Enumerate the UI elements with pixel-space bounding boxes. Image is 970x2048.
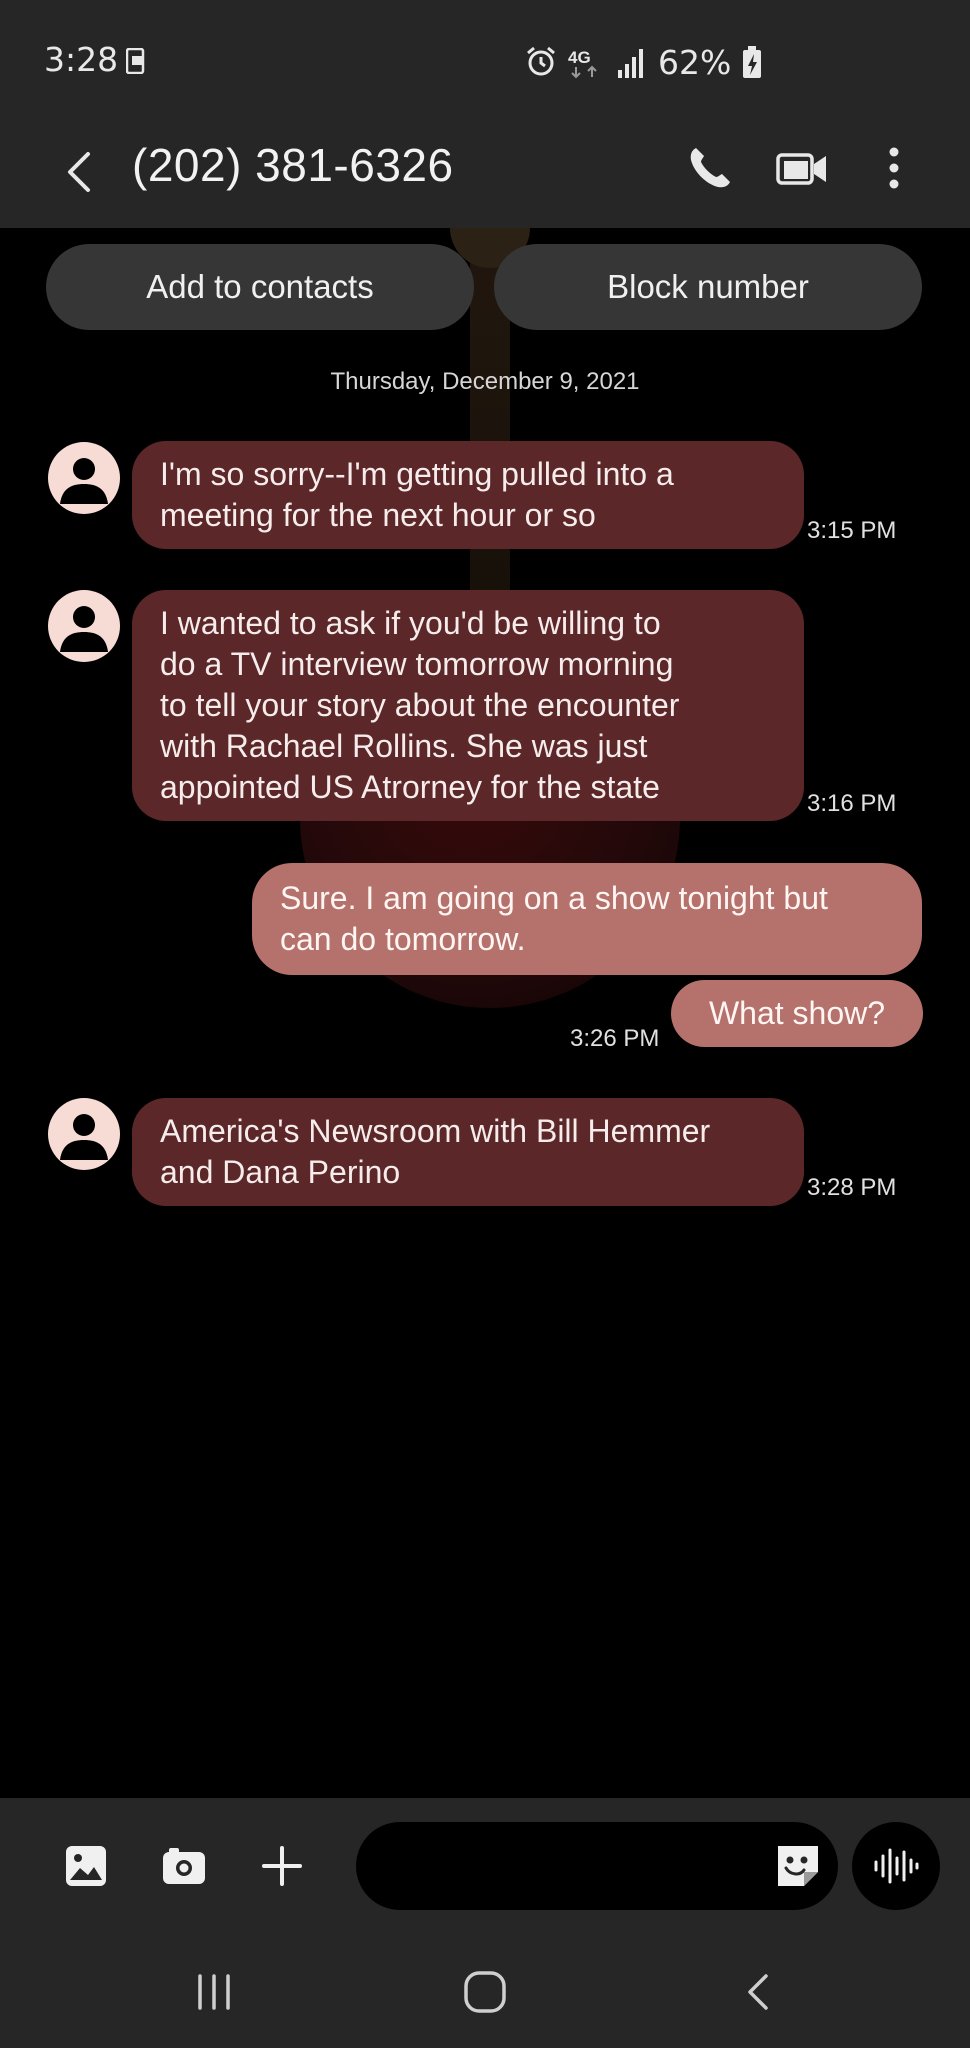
- alarm-icon: [527, 46, 555, 76]
- signal-icon: [618, 49, 643, 78]
- add-to-contacts-button[interactable]: Add to contacts: [46, 244, 474, 330]
- nav-back-icon: [748, 1974, 768, 2010]
- gallery-icon: [66, 1846, 106, 1886]
- person-icon: [60, 606, 108, 652]
- message-line: to tell your story about the encounter: [160, 687, 680, 723]
- back-button[interactable]: [56, 142, 106, 202]
- avatar[interactable]: [48, 442, 120, 514]
- sim-icon: [126, 48, 145, 74]
- avatar[interactable]: [48, 1098, 120, 1170]
- message-line: meeting for the next hour or so: [160, 497, 596, 533]
- message-time: 3:16 PM: [807, 790, 897, 817]
- avatar[interactable]: [48, 590, 120, 662]
- add-attachment-button[interactable]: [252, 1836, 312, 1896]
- message-line: America's Newsroom with Bill Hemmer: [160, 1113, 711, 1149]
- message-line: I wanted to ask if you'd be willing to: [160, 605, 661, 641]
- voice-record-icon: [874, 1848, 919, 1884]
- conversation-area[interactable]: Add to contacts Block number Thursday, D…: [0, 228, 970, 1798]
- message-line: with Rachael Rollins. She was just: [160, 728, 648, 764]
- message-line: What show?: [708, 995, 886, 1031]
- message-time: 3:26 PM: [570, 1025, 660, 1052]
- video-call-button[interactable]: [772, 138, 832, 198]
- person-icon: [60, 458, 108, 504]
- message-bubble-incoming[interactable]: America's Newsroom with Bill Hemmer and …: [132, 1098, 804, 1206]
- camera-icon: [163, 1848, 205, 1884]
- message-input[interactable]: [356, 1822, 838, 1910]
- block-number-button[interactable]: Block number: [494, 244, 922, 330]
- camera-button[interactable]: [154, 1836, 214, 1896]
- message-line: I'm so sorry--I'm getting pulled into a: [160, 456, 674, 492]
- more-options-button[interactable]: [864, 138, 924, 198]
- message-line: Sure. I am going on a show tonight but: [280, 880, 828, 916]
- status-bar: 3:28 4G 62%: [0, 0, 970, 118]
- message-bubble-outgoing[interactable]: What show?: [671, 980, 923, 1047]
- message-line: and Dana Perino: [160, 1154, 401, 1190]
- network-4g-icon: 4G: [568, 48, 597, 79]
- sticker-icon: [778, 1846, 818, 1886]
- message-line: appointed US Atrorney for the state: [160, 769, 660, 805]
- person-icon: [60, 1114, 108, 1160]
- message-line: do a TV interview tomorrow morning: [160, 646, 674, 682]
- recent-apps-icon: [198, 1974, 230, 2010]
- battery-percent: 62%: [658, 42, 732, 82]
- message-time: 3:28 PM: [807, 1174, 897, 1201]
- back-icon: [68, 152, 90, 192]
- sticker-button[interactable]: [770, 1838, 826, 1894]
- status-indicators: 4G 62%: [524, 40, 763, 84]
- contact-title: (202) 381-6326: [132, 139, 454, 191]
- conversation-header: (202) 381-6326: [0, 118, 970, 228]
- battery-charging-icon: [743, 46, 762, 78]
- message-bubble-outgoing[interactable]: Sure. I am going on a show tonight but c…: [252, 863, 922, 975]
- nav-back-button[interactable]: [726, 1960, 790, 2024]
- gallery-button[interactable]: [56, 1836, 116, 1896]
- video-call-icon: [776, 153, 826, 185]
- date-divider: Thursday, December 9, 2021: [330, 368, 640, 395]
- home-button[interactable]: [453, 1960, 517, 2024]
- composer-bar: [0, 1798, 970, 1934]
- svg-text:4G: 4G: [568, 48, 591, 67]
- message-time: 3:15 PM: [807, 517, 897, 544]
- message-bubble-incoming[interactable]: I'm so sorry--I'm getting pulled into a …: [132, 441, 804, 549]
- message-bubble-incoming[interactable]: I wanted to ask if you'd be willing to d…: [132, 590, 804, 821]
- more-vert-icon: [889, 147, 899, 189]
- call-button[interactable]: [680, 138, 740, 198]
- phone-icon: [690, 148, 730, 188]
- status-time: 3:28: [44, 40, 119, 79]
- recent-apps-button[interactable]: [182, 1960, 246, 2024]
- message-line: can do tomorrow.: [280, 921, 526, 957]
- system-navigation-bar: [0, 1934, 970, 2048]
- voice-record-button[interactable]: [852, 1822, 940, 1910]
- home-icon: [464, 1971, 506, 2013]
- add-icon: [262, 1846, 302, 1886]
